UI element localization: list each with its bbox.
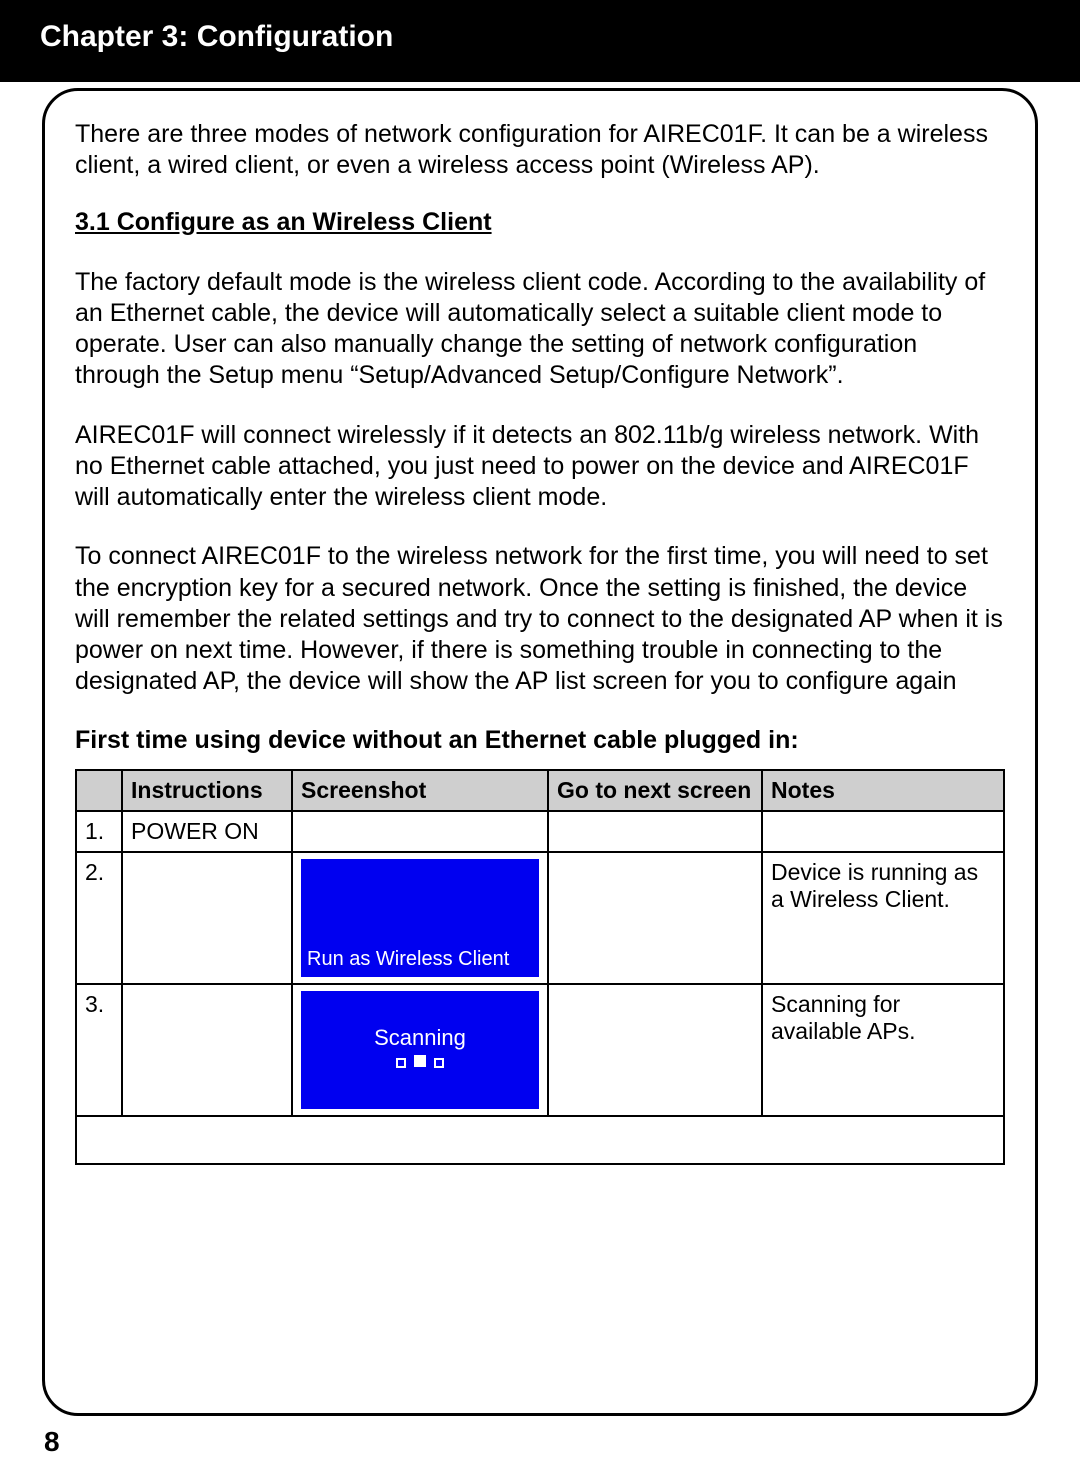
cell-screenshot: Run as Wireless Client bbox=[292, 852, 548, 984]
col-header-instructions: Instructions bbox=[122, 770, 292, 811]
chapter-header: Chapter 3: Configuration bbox=[0, 0, 1080, 82]
table-caption: First time using device without an Ether… bbox=[75, 726, 1005, 755]
table-header-row: Instructions Screenshot Go to next scree… bbox=[76, 770, 1004, 811]
cell-instructions: POWER ON bbox=[122, 811, 292, 852]
cell-notes bbox=[762, 811, 1004, 852]
cell-next bbox=[548, 852, 762, 984]
cell-num: 2. bbox=[76, 852, 122, 984]
table-row-spacer bbox=[76, 1116, 1004, 1164]
lcd-text: Run as Wireless Client bbox=[307, 948, 509, 971]
cell-notes: Device is running as a Wireless Client. bbox=[762, 852, 1004, 984]
spacer-cell bbox=[76, 1116, 1004, 1164]
paragraph-3: To connect AIREC01F to the wireless netw… bbox=[75, 541, 1005, 697]
cell-num: 3. bbox=[76, 984, 122, 1116]
page: Chapter 3: Configuration There are three… bbox=[0, 0, 1080, 1476]
cell-instructions bbox=[122, 984, 292, 1116]
cell-instructions bbox=[122, 852, 292, 984]
lcd-screen: Run as Wireless Client bbox=[301, 859, 539, 977]
cell-num: 1. bbox=[76, 811, 122, 852]
table-row: 2. Run as Wireless Client Device is runn… bbox=[76, 852, 1004, 984]
page-number: 8 bbox=[44, 1426, 60, 1458]
table-row: 1. POWER ON bbox=[76, 811, 1004, 852]
col-header-screenshot: Screenshot bbox=[292, 770, 548, 811]
steps-table: Instructions Screenshot Go to next scree… bbox=[75, 769, 1005, 1165]
paragraph-2: AIREC01F will connect wirelessly if it d… bbox=[75, 420, 1005, 514]
chapter-title: Chapter 3: Configuration bbox=[40, 20, 1040, 54]
lcd-text: Scanning bbox=[301, 1025, 539, 1051]
indicator-filled-icon bbox=[414, 1055, 426, 1067]
lcd-screen: Scanning bbox=[301, 991, 539, 1109]
cell-screenshot bbox=[292, 811, 548, 852]
cell-next bbox=[548, 984, 762, 1116]
intro-paragraph: There are three modes of network configu… bbox=[75, 119, 1005, 182]
cell-notes: Scanning for available APs. bbox=[762, 984, 1004, 1116]
lcd-indicators bbox=[301, 1055, 539, 1071]
col-header-next: Go to next screen bbox=[548, 770, 762, 811]
indicator-empty-icon bbox=[396, 1058, 406, 1068]
cell-screenshot: Scanning bbox=[292, 984, 548, 1116]
indicator-empty-icon bbox=[434, 1058, 444, 1068]
col-header-notes: Notes bbox=[762, 770, 1004, 811]
cell-next bbox=[548, 811, 762, 852]
col-header-num bbox=[76, 770, 122, 811]
content-frame: There are three modes of network configu… bbox=[42, 88, 1038, 1416]
table-row: 3. Scanning Scanning for available APs. bbox=[76, 984, 1004, 1116]
section-heading: 3.1 Configure as an Wireless Client bbox=[75, 208, 1005, 237]
paragraph-1: The factory default mode is the wireless… bbox=[75, 267, 1005, 392]
